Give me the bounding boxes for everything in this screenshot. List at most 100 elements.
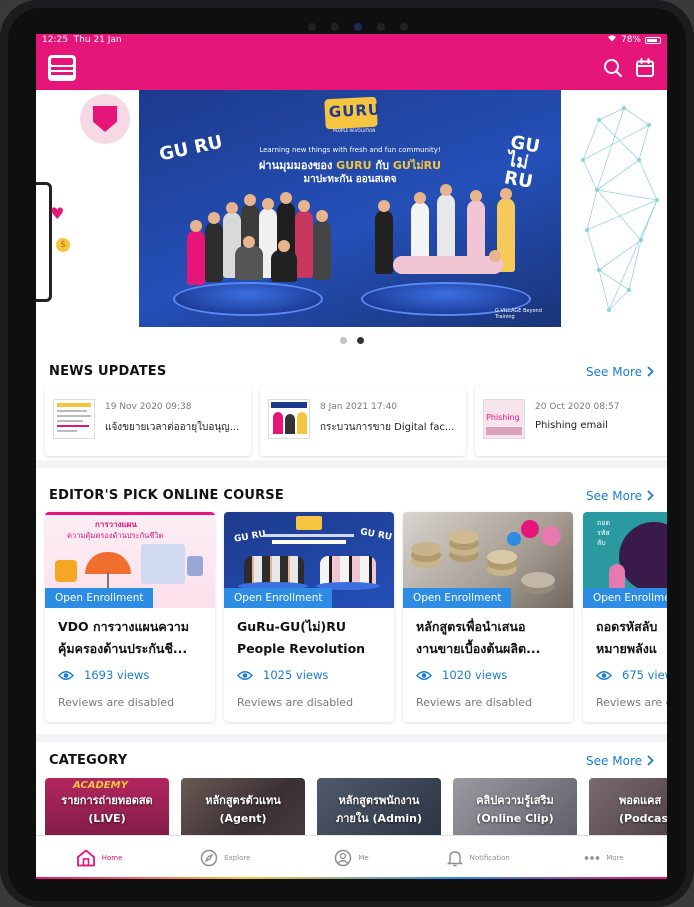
category-label: รายการถ่ายทอดสด (LIVE): [61, 794, 153, 825]
nav-label: Home: [101, 853, 123, 862]
nav-label: Notification: [469, 853, 510, 862]
chevron-right-icon: [647, 755, 654, 766]
bottom-accent-strip: [36, 877, 667, 879]
news-title: NEWS UPDATES: [49, 364, 167, 379]
app-header: [36, 46, 667, 90]
banner-subheadline: มาปะทะกัน ออนสเตจ: [303, 174, 397, 185]
nav-me[interactable]: Me: [288, 836, 414, 879]
news-date: 8 Jan 2021 17:40: [320, 402, 398, 412]
news-see-more-link[interactable]: See More: [586, 365, 654, 379]
nav-label: Me: [358, 853, 369, 862]
carousel-dot-2[interactable]: [356, 337, 364, 344]
bell-icon: [446, 850, 463, 866]
battery-percent: 78%: [620, 35, 641, 45]
carousel-pagination: [36, 337, 667, 344]
news-card-1[interactable]: 19 Nov 2020 09:38 แจ้งขยายเวลาต่ออายุใบอ…: [45, 386, 251, 456]
nav-home[interactable]: Home: [36, 836, 162, 879]
banner-sponsor: G VILLAGE Beyond Training: [495, 308, 542, 320]
more-icon: [584, 855, 600, 860]
app-screen: 12:25 Thu 21 Jan 78% ♥ $ GURU PEOPLE REV…: [36, 34, 667, 879]
eye-icon: [237, 670, 253, 680]
home-icon: [76, 848, 95, 866]
news-thumbnail: [53, 399, 95, 439]
news-date: 19 Nov 2020 09:38: [105, 402, 192, 412]
category-label: หลักสูตรพนักงาน ภายใน (Admin): [335, 794, 423, 825]
course-reviews: Reviews are disabled: [58, 696, 175, 709]
banner-next-slide[interactable]: [569, 90, 667, 327]
category-header: CATEGORY See More: [49, 753, 654, 768]
nav-explore[interactable]: Explore: [162, 836, 288, 879]
calendar-icon[interactable]: [635, 58, 655, 78]
podium-left: [173, 282, 323, 316]
news-card-3[interactable]: Phishing 20 Oct 2020 08:57 Phishing emai…: [475, 386, 667, 456]
chevron-right-icon: [647, 490, 654, 501]
camera-sensors: [308, 22, 408, 32]
status-date: Thu 21 Jan: [73, 35, 122, 45]
course-title: GuRu-GU(ไม่)RU People Revolution: [237, 619, 366, 656]
open-enrollment-badge: Open Enrollment: [583, 588, 667, 608]
guru-logo: GURU: [324, 96, 382, 130]
courses-title: EDITOR'S PICK ONLINE COURSE: [49, 488, 284, 503]
open-enrollment-badge: Open Enrollment: [224, 588, 333, 608]
news-headline: กระบวนการขาย Digital fac...: [320, 422, 455, 433]
chevron-right-icon: [647, 366, 654, 377]
category-online-clip[interactable]: คลิปความรู้เสริม (Online Clip): [453, 778, 577, 842]
eye-icon: [596, 670, 612, 680]
phone-illustration: [36, 182, 52, 302]
eye-icon: [416, 670, 432, 680]
banner-slide-guru[interactable]: GURU PEOPLE REVOLUTION Learning new thin…: [139, 90, 561, 327]
carousel-dot-1[interactable]: [339, 337, 347, 344]
course-views: 675 views: [596, 668, 667, 682]
category-title: CATEGORY: [49, 753, 128, 768]
category-label: พอดแคส (Podcas: [619, 794, 667, 825]
course-card-3[interactable]: Open Enrollment หลักสูตรเพื่อนำเสนอ งานขา…: [403, 512, 573, 722]
status-time: 12:25: [42, 35, 68, 45]
open-enrollment-badge: Open Enrollment: [403, 588, 512, 608]
eye-icon: [58, 670, 74, 680]
news-header: NEWS UPDATES See More: [49, 364, 654, 379]
course-views: 1020 views: [416, 668, 507, 682]
search-icon[interactable]: [603, 58, 623, 78]
news-card-2[interactable]: 8 Jan 2021 17:40 กระบวนการขาย Digital fa…: [260, 386, 466, 456]
course-reviews: Reviews are disabled: [416, 696, 533, 709]
open-enrollment-badge: Open Enrollment: [45, 588, 154, 608]
nav-notification[interactable]: Notification: [415, 836, 541, 879]
courses-header: EDITOR'S PICK ONLINE COURSE See More: [49, 488, 654, 503]
bottom-navigation: Home Explore Me Notification More: [36, 835, 667, 879]
compass-icon: [200, 849, 218, 866]
coin-icon: $: [56, 238, 70, 252]
network-map-illustration: [581, 106, 659, 312]
course-card-4[interactable]: ถอด รหัส ลับ Open Enrollment ถอดรหัสลับห…: [583, 512, 667, 722]
course-reviews: Reviews are disabled: [237, 696, 354, 709]
banner-carousel[interactable]: ♥ $ GURU PEOPLE REVOLUTION Learning new …: [36, 90, 667, 352]
academy-logo[interactable]: [48, 55, 76, 81]
course-title: VDO การวางแผนความ คุ้มครองด้านประกันชี...: [58, 619, 190, 656]
courses-see-more-link[interactable]: See More: [586, 489, 654, 503]
nav-label: More: [606, 853, 624, 862]
course-title: หลักสูตรเพื่อนำเสนอ งานขายเบื้องต้นผลิต..…: [416, 619, 541, 656]
battery-icon: [645, 36, 661, 44]
banner-prev-slide[interactable]: ♥ $: [36, 90, 131, 327]
status-bar: 12:25 Thu 21 Jan 78%: [36, 34, 667, 46]
nav-label: Explore: [224, 853, 251, 862]
course-card-2[interactable]: GU RU GU RU Open Enrollment GuRu-GU(ไม่)…: [224, 512, 394, 722]
category-agent[interactable]: หลักสูตรตัวแทน (Agent): [181, 778, 305, 842]
heart-icon: ♥: [50, 204, 65, 223]
category-podcast[interactable]: พอดแคส (Podcas: [589, 778, 667, 842]
course-views: 1693 views: [58, 668, 149, 682]
course-card-1[interactable]: การวางแผน ความคุ้มครองด้านประกันชีวิต Op…: [45, 512, 215, 722]
category-label: หลักสูตรตัวแทน (Agent): [205, 794, 281, 825]
course-views: 1025 views: [237, 668, 328, 682]
wifi-icon: [607, 34, 617, 46]
category-see-more-link[interactable]: See More: [586, 754, 654, 768]
user-icon: [335, 849, 352, 866]
nav-more[interactable]: More: [541, 836, 667, 879]
tablet-frame: 12:25 Thu 21 Jan 78% ♥ $ GURU PEOPLE REV…: [0, 0, 694, 907]
course-reviews: Reviews are disabled: [596, 696, 667, 709]
news-headline: Phishing email: [535, 420, 608, 431]
news-thumbnail: Phishing: [483, 399, 525, 439]
category-live[interactable]: ACADEMY รายการถ่ายทอดสด (LIVE): [45, 778, 169, 842]
course-title: ถอดรหัสลับ หมายพลังแ: [596, 619, 658, 656]
news-headline: แจ้งขยายเวลาต่ออายุใบอนุญ...: [105, 422, 240, 433]
category-admin[interactable]: หลักสูตรพนักงาน ภายใน (Admin): [317, 778, 441, 842]
